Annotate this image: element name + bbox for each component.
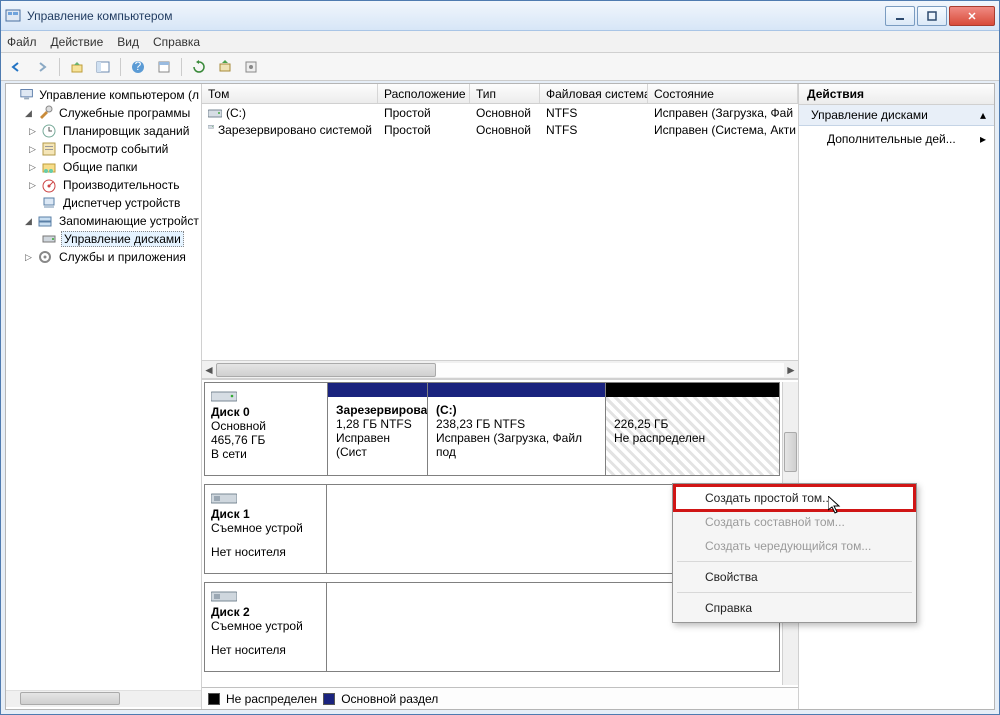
folder-share-icon	[41, 159, 57, 175]
tree-services-apps[interactable]: ▷Службы и приложения	[22, 248, 201, 266]
ctx-create-simple-volume[interactable]: Создать простой том...	[675, 486, 914, 510]
actions-header: Действия	[799, 84, 994, 105]
app-icon	[5, 8, 21, 24]
volume-list-header: Том Расположение Тип Файловая система Со…	[202, 84, 798, 104]
computer-icon	[20, 87, 33, 103]
legend: Не распределен Основной раздел	[202, 687, 798, 709]
volume-list-scrollbar[interactable]: ◄ ►	[202, 360, 798, 378]
svg-text:?: ?	[135, 60, 142, 73]
volume-row[interactable]: Зарезервировано системой Простой Основно…	[202, 121, 798, 138]
tree-shared-folders[interactable]: ▷Общие папки	[26, 158, 201, 176]
drive-icon	[208, 124, 214, 136]
ctx-create-spanned-volume: Создать составной том...	[675, 510, 914, 534]
menu-file[interactable]: Файл	[7, 35, 37, 49]
properties-button[interactable]	[153, 56, 175, 78]
chevron-right-icon: ▸	[980, 132, 986, 146]
actions-more[interactable]: Дополнительные дей... ▸	[799, 126, 994, 152]
device-icon	[41, 195, 57, 211]
tree-pane: Управление компьютером (л ◢Служебные про…	[6, 84, 202, 709]
tree-performance[interactable]: ▷Производительность	[26, 176, 201, 194]
close-button[interactable]	[949, 6, 995, 26]
hdd-icon	[211, 389, 237, 403]
legend-label-unallocated: Не распределен	[226, 692, 317, 706]
legend-swatch-unallocated	[208, 693, 220, 705]
menu-bar: Файл Действие Вид Справка	[1, 31, 999, 53]
removable-icon	[211, 589, 237, 603]
minimize-button[interactable]	[885, 6, 915, 26]
tree-storage[interactable]: ◢Запоминающие устройст	[22, 212, 201, 230]
col-volume[interactable]: Том	[202, 84, 378, 103]
cursor-icon	[828, 496, 844, 516]
tree-event-viewer[interactable]: ▷Просмотр событий	[26, 140, 201, 158]
tree-disk-management[interactable]: Управление дисками	[26, 230, 201, 248]
col-status[interactable]: Состояние	[648, 84, 798, 103]
tree-horizontal-scrollbar[interactable]	[6, 690, 201, 707]
forward-button[interactable]	[31, 56, 53, 78]
refresh-button[interactable]	[188, 56, 210, 78]
back-button[interactable]	[5, 56, 27, 78]
tree-system-tools[interactable]: ◢Служебные программы	[22, 104, 201, 122]
partition-unallocated[interactable]: 226,25 ГБ Не распределен	[605, 383, 779, 475]
legend-swatch-primary	[323, 693, 335, 705]
context-menu: Создать простой том... Создать составной…	[672, 483, 917, 623]
settings-button[interactable]	[240, 56, 262, 78]
tools-icon	[37, 105, 53, 121]
menu-action[interactable]: Действие	[51, 35, 104, 49]
perf-icon	[41, 177, 57, 193]
partition-c[interactable]: (C:) 238,23 ГБ NTFS Исправен (Загрузка, …	[427, 383, 605, 475]
tree-task-scheduler[interactable]: ▷Планировщик заданий	[26, 122, 201, 140]
menu-help[interactable]: Справка	[153, 35, 200, 49]
toolbar: ?	[1, 53, 999, 81]
window-title: Управление компьютером	[27, 9, 883, 23]
disk-row-0[interactable]: Диск 0 Основной 465,76 ГБ В сети Зарезер…	[204, 382, 780, 476]
menu-view[interactable]: Вид	[117, 35, 139, 49]
volume-row[interactable]: (C:) Простой Основной NTFS Исправен (Заг…	[202, 104, 798, 121]
disk-icon	[41, 231, 57, 247]
title-bar[interactable]: Управление компьютером	[1, 1, 999, 31]
up-button[interactable]	[66, 56, 88, 78]
rescan-button[interactable]	[214, 56, 236, 78]
show-hide-tree-button[interactable]	[92, 56, 114, 78]
services-icon	[37, 249, 53, 265]
col-layout[interactable]: Расположение	[378, 84, 470, 103]
removable-icon	[211, 491, 237, 505]
actions-section-diskmgmt[interactable]: Управление дисками ▴	[799, 105, 994, 126]
storage-icon	[37, 213, 53, 229]
collapse-icon: ▴	[980, 108, 986, 122]
tree-device-manager[interactable]: Диспетчер устройств	[26, 194, 201, 212]
partition-system-reserved[interactable]: Зарезервирова 1,28 ГБ NTFS Исправен (Сис…	[327, 383, 427, 475]
ctx-create-striped-volume: Создать чередующийся том...	[675, 534, 914, 558]
help-button[interactable]: ?	[127, 56, 149, 78]
col-type[interactable]: Тип	[470, 84, 540, 103]
legend-label-primary: Основной раздел	[341, 692, 438, 706]
volume-list: Том Расположение Тип Файловая система Со…	[202, 84, 798, 380]
maximize-button[interactable]	[917, 6, 947, 26]
ctx-help[interactable]: Справка	[675, 596, 914, 620]
tree-root[interactable]: Управление компьютером (л	[18, 86, 201, 104]
clock-icon	[41, 123, 57, 139]
drive-icon	[208, 107, 222, 119]
col-filesystem[interactable]: Файловая система	[540, 84, 648, 103]
event-icon	[41, 141, 57, 157]
ctx-properties[interactable]: Свойства	[675, 565, 914, 589]
